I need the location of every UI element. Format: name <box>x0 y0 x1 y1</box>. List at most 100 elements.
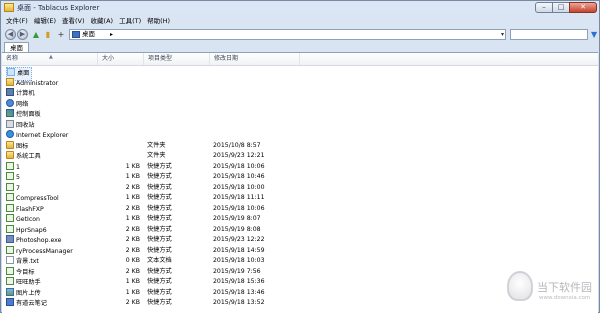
item-size: 1 KB <box>125 288 140 296</box>
item-name[interactable]: 有道云笔记 <box>6 298 47 310</box>
item-date: 2015/9/18 10:06 <box>213 204 265 212</box>
item-type: 文件夹 <box>147 152 166 159</box>
item-date: 2015/9/18 15:36 <box>213 278 265 285</box>
maximize-button[interactable]: □ <box>553 2 569 13</box>
list-header: 名称 ▲ 大小 项目类型 修改日期 <box>2 53 598 66</box>
list-item[interactable]: 图标 文件夹 2015/10/8 8:57 <box>2 140 302 152</box>
item-name-label: Photoshop.exe <box>16 237 62 244</box>
item-type: 快捷方式 <box>147 267 172 275</box>
item-date: 2015/9/19 8:08 <box>213 225 261 233</box>
item-type: 快捷方式 <box>147 236 172 243</box>
address-dropdown-icon[interactable]: ▾ <box>501 30 504 39</box>
list-item[interactable]: 桌面 <box>2 67 302 81</box>
list-item[interactable]: 回收站 <box>2 119 302 131</box>
item-size: 0 KB <box>125 257 140 264</box>
item-name-label: CompressTool <box>16 195 59 202</box>
list-item[interactable]: 7 2 KB 快捷方式 2015/9/18 10:00 <box>2 182 302 194</box>
item-type: 快捷方式 <box>147 173 172 180</box>
menu-bar: 文件(F) 编辑(E) 查看(V) 收藏(A) 工具(T) 帮助(H) <box>3 16 173 27</box>
item-type: 快捷方式 <box>147 278 172 285</box>
column-date[interactable]: 修改日期 <box>210 53 300 65</box>
item-date: 2015/10/8 8:57 <box>213 141 261 149</box>
item-name-label: 系统工具 <box>16 153 41 160</box>
watermark-logo <box>507 271 533 301</box>
folder-icon <box>6 140 14 149</box>
address-chevron-icon[interactable]: ▸ <box>110 30 113 39</box>
item-type: 快捷方式 <box>147 288 172 296</box>
funnel-icon[interactable]: ▼ <box>591 29 597 40</box>
column-size[interactable]: 大小 <box>98 53 144 65</box>
list-item[interactable]: 旺旺助手 1 KB 快捷方式 2015/9/18 15:36 <box>2 277 302 288</box>
item-type: 文件夹 <box>147 141 166 149</box>
title-bar: 桌面 - Tablacus Explorer – □ ✕ <box>1 1 599 15</box>
list-item[interactable]: 计算机 <box>2 88 302 99</box>
item-date: 2015/9/18 10:46 <box>213 173 265 180</box>
list-item[interactable]: Photoshop.exe 2 KB 快捷方式 2015/9/23 12:22 <box>2 235 302 246</box>
computer-icon <box>6 88 14 96</box>
forward-arrow-icon[interactable]: ▶ <box>17 29 28 40</box>
watermark: 当下软件园 www.downxia.com <box>507 271 600 307</box>
list-item[interactable]: Internet Explorer <box>2 130 302 141</box>
list-item[interactable]: 网络 <box>2 98 302 110</box>
item-name-label: 有道云笔记 <box>16 300 47 307</box>
list-item[interactable]: 今目标 2 KB 快捷方式 2015/9/19 7:56 <box>2 266 302 278</box>
menu-help[interactable]: 帮助(H) <box>144 16 173 27</box>
item-size: 1 KB <box>125 162 140 170</box>
window-controls: – □ ✕ <box>535 2 597 13</box>
item-name-label: 桌面 <box>17 70 30 77</box>
item-size: 2 KB <box>125 299 140 306</box>
column-type[interactable]: 项目类型 <box>144 53 210 65</box>
menu-tools[interactable]: 工具(T) <box>116 16 144 27</box>
item-type: 快捷方式 <box>147 215 172 222</box>
shortcut-icon <box>6 193 14 201</box>
new-tab-icon[interactable]: + <box>56 29 66 40</box>
item-size: 2 KB <box>125 225 140 233</box>
shortcut-icon <box>6 182 14 191</box>
list-item[interactable]: 控制面板 <box>2 109 302 120</box>
item-name-label: 回收站 <box>16 121 35 129</box>
item-name-label: 网络 <box>16 100 29 108</box>
menu-file[interactable]: 文件(F) <box>3 16 31 27</box>
window-title: 桌面 - Tablacus Explorer <box>17 4 100 12</box>
list-item[interactable]: FlashFXP 2 KB 快捷方式 2015/9/18 10:06 <box>2 203 302 215</box>
list-item[interactable]: 背景.txt 0 KB 文本文档 2015/9/18 10:03 <box>2 256 302 267</box>
column-name[interactable]: 名称 ▲ <box>2 53 98 65</box>
search-input[interactable] <box>510 29 588 40</box>
up-folder-icon[interactable]: ▲ <box>31 29 41 40</box>
minimize-button[interactable]: – <box>535 2 553 13</box>
list-item[interactable]: GetIcon 1 KB 快捷方式 2015/9/19 8:07 <box>2 214 302 225</box>
folder-tree-icon[interactable]: ▮ <box>43 29 53 40</box>
folder-app-icon <box>4 3 14 12</box>
note-icon <box>6 298 14 306</box>
list-item[interactable]: 5 1 KB 快捷方式 2015/9/18 10:46 <box>2 172 302 183</box>
item-type: 快捷方式 <box>147 225 172 233</box>
menu-view[interactable]: 查看(V) <box>59 16 88 27</box>
item-size: 2 KB <box>125 204 140 212</box>
pic-icon <box>6 287 14 296</box>
item-size: 1 KB <box>125 173 140 180</box>
item-type: 快捷方式 <box>147 183 172 191</box>
list-item[interactable]: 系统工具 文件夹 2015/9/23 12:21 <box>2 151 302 162</box>
item-type: 快捷方式 <box>147 246 172 254</box>
item-type: 快捷方式 <box>147 162 172 170</box>
list-item[interactable]: 图片上传 1 KB 快捷方式 2015/9/18 13:46 <box>2 287 302 299</box>
toolbar: ◀ ▶ ▲ ▮ + 桌面 ▸ ▾ ▼ <box>3 28 599 42</box>
list-item[interactable]: HprSnap6 2 KB 快捷方式 2015/9/19 8:08 <box>2 224 302 236</box>
recycle-icon <box>6 119 14 128</box>
list-item[interactable]: 1 1 KB 快捷方式 2015/9/18 10:06 <box>2 161 302 173</box>
address-bar[interactable]: 桌面 ▸ ▾ <box>69 29 506 40</box>
menu-favorites[interactable]: 收藏(A) <box>88 16 117 27</box>
list-item[interactable]: 有道云笔记 2 KB 快捷方式 2015/9/18 13:52 <box>2 298 302 309</box>
list-item[interactable]: Administrator <box>2 77 302 89</box>
shortcut-icon <box>6 224 14 233</box>
item-size: 2 KB <box>125 236 140 243</box>
txt-icon <box>6 256 14 264</box>
close-button[interactable]: ✕ <box>569 2 597 13</box>
back-arrow-icon[interactable]: ◀ <box>5 29 16 40</box>
shortcut-icon <box>6 245 14 254</box>
item-name-label: 旺旺助手 <box>16 279 41 286</box>
list-item[interactable]: ryProcessManager 2 KB 快捷方式 2015/9/18 14:59 <box>2 245 302 257</box>
menu-edit[interactable]: 编辑(E) <box>31 16 59 27</box>
list-item[interactable]: CompressTool 1 KB 快捷方式 2015/9/18 11:11 <box>2 193 302 204</box>
address-text[interactable]: 桌面 <box>82 30 95 39</box>
